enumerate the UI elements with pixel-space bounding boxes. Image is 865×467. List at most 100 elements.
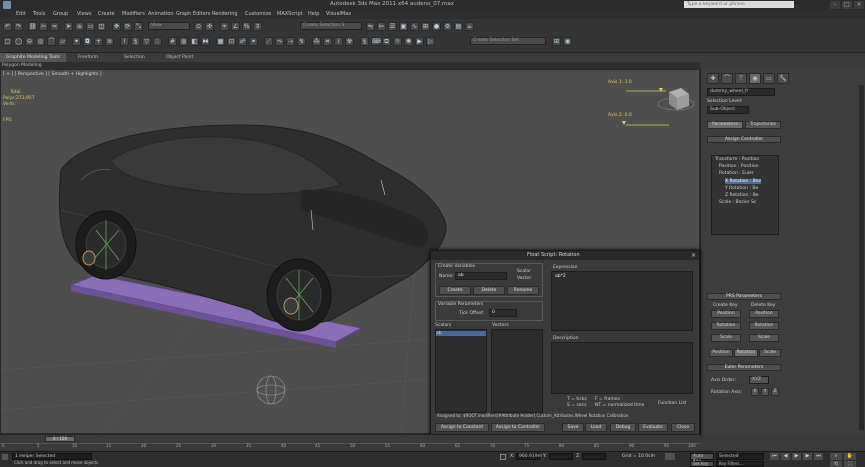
- menu-maxscript[interactable]: MAXScript: [277, 10, 303, 19]
- time-slider[interactable]: 0 / 100: [45, 436, 75, 442]
- schematic-view-icon[interactable]: ⊞: [421, 22, 430, 31]
- rear-wheel[interactable]: [266, 258, 332, 332]
- turbosmooth-icon[interactable]: ◍: [179, 37, 188, 46]
- rendered-frame-icon[interactable]: ▤: [454, 22, 463, 31]
- rotation-axis-z-button[interactable]: Z: [771, 388, 779, 396]
- reactor-icon[interactable]: ☢: [345, 37, 354, 46]
- plane-icon[interactable]: ▱: [58, 37, 67, 46]
- maximize-icon[interactable]: □: [842, 1, 852, 9]
- save-button[interactable]: Save: [562, 423, 584, 432]
- next-frame-icon[interactable]: ▶: [803, 453, 812, 460]
- go-to-start-icon[interactable]: ⏮: [770, 453, 779, 460]
- tab-selection[interactable]: Selection: [118, 53, 151, 62]
- scalars-list[interactable]: [435, 329, 487, 413]
- euler-parameters-rollout[interactable]: Euler Parameters: [707, 364, 781, 371]
- undo-icon[interactable]: ↶: [3, 22, 12, 31]
- app-logo-icon[interactable]: [3, 1, 11, 9]
- load-button[interactable]: Load: [585, 423, 607, 432]
- menu-edit[interactable]: Edit: [16, 10, 26, 19]
- hierarchy-tab-icon[interactable]: ⊤: [735, 73, 747, 84]
- select-move-icon[interactable]: ✥: [112, 22, 121, 31]
- environment-icon[interactable]: ☼: [393, 37, 402, 46]
- render-production-icon[interactable]: ☕: [465, 22, 474, 31]
- morpher-icon[interactable]: ⚭: [249, 37, 258, 46]
- minimize-icon[interactable]: –: [830, 1, 840, 9]
- torus-icon[interactable]: ◎: [36, 37, 45, 46]
- create-rotation-key-button[interactable]: Rotation: [711, 322, 741, 330]
- spacewarp-icon[interactable]: ≋: [105, 37, 114, 46]
- menu-tools[interactable]: Tools: [33, 10, 45, 19]
- graphite-toggle-icon[interactable]: ▣: [399, 22, 408, 31]
- key-filters-button[interactable]: Key Filters...: [716, 461, 764, 467]
- bind-warp-icon[interactable]: ≈: [50, 22, 59, 31]
- twist-icon[interactable]: §: [131, 37, 140, 46]
- axis-slider-top[interactable]: [626, 88, 666, 92]
- scale-mode-button[interactable]: Scale: [759, 349, 781, 357]
- key-icon[interactable]: [665, 453, 675, 460]
- tree-item-z-rotation[interactable]: Z Rotation : Be: [725, 193, 759, 198]
- display-tab-icon[interactable]: ▭: [763, 73, 775, 84]
- percent-snap-icon[interactable]: %: [242, 22, 251, 31]
- timeline[interactable]: 0 / 100 0 5 10 15 20 25 30 35 40 45 50 5…: [0, 434, 700, 451]
- symmetry-icon[interactable]: ⧓: [201, 37, 210, 46]
- auto-key-button[interactable]: Auto Key: [690, 453, 714, 464]
- light-icon[interactable]: ✦: [72, 37, 81, 46]
- align-icon[interactable]: ⊨: [377, 22, 386, 31]
- ram-player-icon[interactable]: ▷: [426, 37, 435, 46]
- tab-freeform[interactable]: Freeform: [72, 53, 104, 62]
- sphere-icon[interactable]: ◯: [14, 37, 23, 46]
- assign-to-constant-button[interactable]: Assign to Constant: [435, 423, 489, 432]
- script-icon[interactable]: §: [360, 37, 369, 46]
- utilities-tab-icon[interactable]: 🔧: [777, 73, 789, 84]
- scalar-radio[interactable]: Scalar: [517, 269, 531, 274]
- bend-icon[interactable]: ⌇: [120, 37, 129, 46]
- function-list-button[interactable]: Function List: [658, 401, 686, 406]
- hair-icon[interactable]: ⁞: [334, 37, 343, 46]
- orbit-icon[interactable]: ⟲: [830, 461, 842, 467]
- vector-radio[interactable]: Vector: [517, 276, 531, 281]
- noise-icon[interactable]: ∴: [153, 37, 162, 46]
- select-rotate-icon[interactable]: ⟳: [123, 22, 132, 31]
- prs-parameters-rollout[interactable]: PRS Parameters: [707, 293, 781, 300]
- uvw-map-icon[interactable]: ▦: [216, 37, 225, 46]
- material-editor-icon[interactable]: ●: [432, 22, 441, 31]
- mirror-icon[interactable]: ⇋: [366, 22, 375, 31]
- selection-set-dropdown[interactable]: Create Selection Set: [470, 37, 546, 45]
- tree-item-scale[interactable]: Scale : Bezier Sc: [719, 200, 756, 205]
- create-tab-icon[interactable]: ✚: [707, 73, 719, 84]
- snap-toggle-icon[interactable]: ⌖: [220, 22, 229, 31]
- axis-order-dropdown[interactable]: XYZ: [749, 376, 769, 384]
- search-input[interactable]: Type a keyword or phrase: [684, 1, 794, 8]
- menu-help[interactable]: Help: [308, 10, 319, 19]
- wire-params-icon[interactable]: ⇢: [286, 37, 295, 46]
- motion-tab-icon[interactable]: ◉: [749, 73, 761, 84]
- delete-variable-button[interactable]: Delete: [473, 286, 505, 295]
- delete-position-key-button[interactable]: Position: [749, 310, 779, 318]
- manipulate-icon[interactable]: ✣: [205, 22, 214, 31]
- helper-icon[interactable]: +: [94, 37, 103, 46]
- go-to-end-icon[interactable]: ⏭: [814, 453, 823, 460]
- particle-icon[interactable]: ⁂: [312, 37, 321, 46]
- spinner-snap-icon[interactable]: ⇕: [253, 22, 262, 31]
- batch-render-icon[interactable]: ⧉: [382, 37, 391, 46]
- window-crossing-icon[interactable]: ◫: [97, 22, 106, 31]
- assign-to-controller-button[interactable]: Assign to Controller: [491, 423, 545, 432]
- box-icon[interactable]: ▢: [3, 37, 12, 46]
- cylinder-icon[interactable]: ⊖: [25, 37, 34, 46]
- close-icon[interactable]: ×: [854, 1, 864, 9]
- command-panel-scrollbar[interactable]: [859, 85, 864, 430]
- ik-icon[interactable]: ⤳: [275, 37, 284, 46]
- listener-icon[interactable]: ⌨: [371, 37, 381, 46]
- previous-frame-icon[interactable]: ◀: [781, 453, 790, 460]
- viewport-label[interactable]: [ + ] [ Perspective ] [ Smooth + Highlig…: [3, 72, 101, 77]
- play-icon[interactable]: ▶: [792, 453, 801, 460]
- rename-variable-button[interactable]: Rename: [507, 286, 539, 295]
- tree-item-rotation[interactable]: Rotation : Euler: [719, 171, 754, 176]
- redo-icon[interactable]: ↷: [14, 22, 23, 31]
- bone-icon[interactable]: ⟋: [264, 37, 273, 46]
- maximize-viewport-icon[interactable]: ⛶: [844, 461, 856, 467]
- expression-textarea[interactable]: [551, 271, 693, 331]
- description-textarea[interactable]: [551, 342, 693, 394]
- delete-rotation-key-button[interactable]: Rotation: [749, 322, 779, 330]
- selection-level-dropdown[interactable]: Sub-Object: [707, 106, 749, 114]
